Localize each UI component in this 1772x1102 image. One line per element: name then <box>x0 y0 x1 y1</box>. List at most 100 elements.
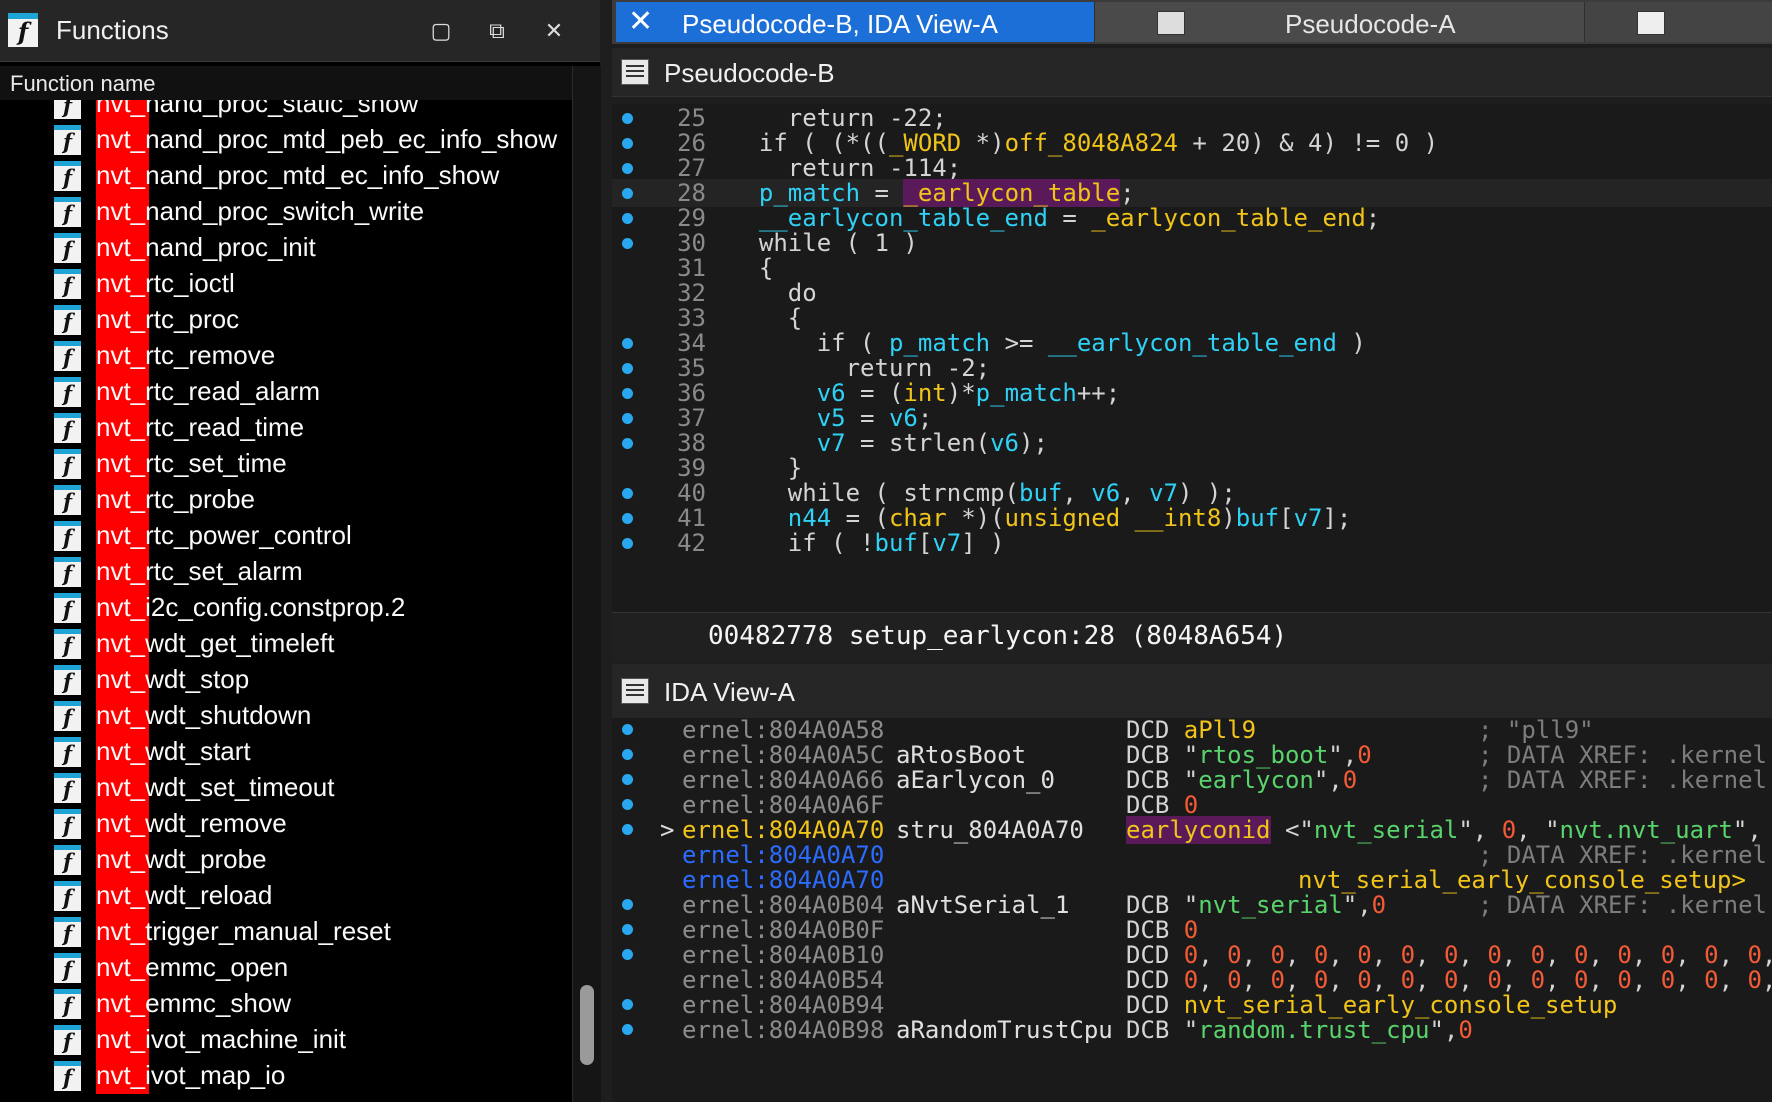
breakpoint-dot[interactable] <box>622 749 633 760</box>
list-item[interactable]: f nvt_nand_proc_switch_write <box>0 194 570 230</box>
breakpoint-dot[interactable] <box>622 413 633 424</box>
code-line[interactable]: 38 v7 = strlen(v6); <box>612 429 1772 457</box>
function-icon: f <box>54 233 81 263</box>
list-item[interactable]: f nvt_rtc_set_time <box>0 446 570 482</box>
breakpoint-dot[interactable] <box>622 924 633 935</box>
breakpoint-dot[interactable] <box>622 899 633 910</box>
list-item[interactable]: f nvt_nand_proc_init <box>0 230 570 266</box>
code-line[interactable]: 30 while ( 1 ) <box>612 229 1772 257</box>
breakpoint-dot[interactable] <box>622 388 633 399</box>
tab-pseudocode-b-ida-view-a[interactable]: ✕ Pseudocode-B, IDA View-A <box>616 2 1094 42</box>
breakpoint-dot[interactable] <box>622 999 633 1010</box>
breakpoint-dot[interactable] <box>622 824 633 835</box>
breakpoint-dot[interactable] <box>622 438 633 449</box>
disasm-line[interactable]: ernel:804A0B94 DCD nvt_serial_early_conso… <box>612 991 1772 1019</box>
list-item[interactable]: f nvt_emmc_open <box>0 950 570 986</box>
breakpoint-dot[interactable] <box>622 724 633 735</box>
code-line[interactable]: 40 while ( strncmp(buf, v6, v7) ); <box>612 479 1772 507</box>
breakpoint-dot[interactable] <box>622 238 633 249</box>
list-item[interactable]: f nvt_wdt_remove <box>0 806 570 842</box>
list-item[interactable]: f nvt_nand_proc_mtd_ec_info_show <box>0 158 570 194</box>
code-line[interactable]: {31 <box>612 254 1772 282</box>
function-list[interactable]: f nvt_nand_proc_static_show f nvt_nand_proc… <box>0 100 570 1102</box>
disasm-line[interactable]: ernel:804A0B10 DCD 0, 0, 0, 0, 0, 0, 0, 0… <box>612 941 1772 969</box>
maximize-icon[interactable]: ▢ <box>428 18 454 44</box>
list-item[interactable]: f nvt_wdt_shutdown <box>0 698 570 734</box>
breakpoint-dot[interactable] <box>622 363 633 374</box>
restore-icon[interactable]: ⧉ <box>484 18 510 44</box>
list-item[interactable]: f nvt_ivot_machine_init <box>0 1022 570 1058</box>
list-item[interactable]: f nvt_wdt_set_timeout <box>0 770 570 806</box>
code-line[interactable]: 26 if ( (*((_WORD *)off_8048A824 + 20) &… <box>612 129 1772 157</box>
code-token: v6 <box>888 404 918 432</box>
breakpoint-dot[interactable] <box>622 799 633 810</box>
disasm-line[interactable]: ernel:804A0A6F DCB 0 <box>612 791 1772 819</box>
code-line[interactable]: 27 return -114; <box>612 154 1772 182</box>
disasm-line[interactable]: ernel:804A0A66 aEarlycon_0 DCB "earlycon",… <box>612 766 1772 794</box>
code-token: 0 <box>1487 966 1502 994</box>
list-item[interactable]: f nvt_i2c_config.constprop.2 <box>0 590 570 626</box>
code-line[interactable]: } 39 <box>612 454 1772 482</box>
code-line[interactable]: 29 __earlycon_table_end = _earlycon_tabl… <box>612 204 1772 232</box>
disasm-line[interactable]: ernel:804A0A70 ; DATA XREF: .kernel: <box>612 841 1772 869</box>
list-item[interactable]: f nvt_wdt_get_timeleft <box>0 626 570 662</box>
list-item[interactable]: f nvt_rtc_read_alarm <box>0 374 570 410</box>
list-item[interactable]: f nvt_rtc_proc <box>0 302 570 338</box>
disasm-line[interactable]: ernel:804A0B98 aRandomTrustCpu DCB "random… <box>612 1016 1772 1044</box>
disasm-line[interactable]: ernel:804A0B04 aNvtSerial_1 DCB "nvt_seria… <box>612 891 1772 919</box>
tab-pseudocode-a[interactable]: Pseudocode-A <box>1094 2 1585 42</box>
list-item[interactable]: f nvt_rtc_read_time <box>0 410 570 446</box>
tab-close-icon[interactable]: ✕ <box>628 4 653 39</box>
code-line[interactable]: 25 return -22; <box>612 104 1772 132</box>
code-line[interactable]: 37 v5 = v6; <box>612 404 1772 432</box>
disasm-line[interactable]: ernel:804A0B54 DCD 0, 0, 0, 0, 0, 0, 0, 0… <box>612 966 1772 994</box>
list-item[interactable]: f nvt_rtc_ioctl <box>0 266 570 302</box>
code-line[interactable]: 35 return -2; <box>612 354 1772 382</box>
breakpoint-dot[interactable] <box>622 213 633 224</box>
list-item[interactable]: f nvt_rtc_power_control <box>0 518 570 554</box>
code-line[interactable]: 36 v6 = (int)*p_match++; <box>612 379 1772 407</box>
list-item[interactable]: f nvt_ivot_map_io <box>0 1058 570 1094</box>
code-line[interactable]: do 32 <box>612 279 1772 307</box>
list-item[interactable]: f nvt_trigger_manual_reset <box>0 914 570 950</box>
functions-scrollbar-thumb[interactable] <box>580 985 594 1065</box>
disasm-line[interactable]: ernel:804A0A70 nvt_serial_early_console_s… <box>612 866 1772 894</box>
ida-disassembly-view[interactable]: ernel:804A0A58 DCD aPll9; "pll9" ernel:804… <box>612 718 1772 1102</box>
chevron-right-icon[interactable]: > <box>660 816 674 844</box>
breakpoint-dot[interactable] <box>622 488 633 499</box>
list-item[interactable]: f nvt_wdt_start <box>0 734 570 770</box>
breakpoint-dot[interactable] <box>622 113 633 124</box>
list-item[interactable]: f nvt_rtc_remove <box>0 338 570 374</box>
list-item[interactable]: f nvt_wdt_probe <box>0 842 570 878</box>
code-line[interactable]: {33 <box>612 304 1772 332</box>
code-line[interactable]: 28 p_match = _earlycon_table; <box>612 179 1772 207</box>
disasm-line[interactable]: ernel:804A0B0F DCB 0 <box>612 916 1772 944</box>
breakpoint-dot[interactable] <box>622 163 633 174</box>
list-item[interactable]: f nvt_wdt_reload <box>0 878 570 914</box>
breakpoint-dot[interactable] <box>622 138 633 149</box>
disasm-line[interactable]: > ernel:804A0A70 stru_804A0A70 earlyconid <… <box>612 816 1772 844</box>
functions-scrollbar[interactable] <box>572 66 601 1102</box>
breakpoint-dot[interactable] <box>622 538 633 549</box>
code-line[interactable]: 34 if ( p_match >= __earlycon_table_end … <box>612 329 1772 357</box>
list-item[interactable]: f nvt_nand_proc_static_show <box>0 100 570 122</box>
list-item[interactable]: f nvt_nand_proc_mtd_peb_ec_info_show <box>0 122 570 158</box>
column-header-function-name[interactable]: Function name <box>0 66 600 100</box>
breakpoint-dot[interactable] <box>622 774 633 785</box>
disasm-line[interactable]: ernel:804A0A5C aRtosBoot DCB "rtos_boot",0… <box>612 741 1772 769</box>
code-line[interactable]: 42 if ( !buf[v7] ) <box>612 529 1772 557</box>
pseudocode-view[interactable]: 25 return -22; 26 if ( (*((_WORD *)off_8… <box>612 104 1772 612</box>
tab-disassembly[interactable] <box>1584 2 1772 42</box>
close-icon[interactable]: ✕ <box>541 18 567 44</box>
breakpoint-dot[interactable] <box>622 949 633 960</box>
list-item[interactable]: f nvt_emmc_show <box>0 986 570 1022</box>
list-item[interactable]: f nvt_rtc_set_alarm <box>0 554 570 590</box>
code-line[interactable]: 41 n44 = (char *)(unsigned __int8)buf[v7… <box>612 504 1772 532</box>
breakpoint-dot[interactable] <box>622 1024 633 1035</box>
breakpoint-dot[interactable] <box>622 513 633 524</box>
breakpoint-dot[interactable] <box>622 338 633 349</box>
function-icon: f <box>54 100 81 119</box>
list-item[interactable]: f nvt_wdt_stop <box>0 662 570 698</box>
list-item[interactable]: f nvt_rtc_probe <box>0 482 570 518</box>
breakpoint-dot[interactable] <box>622 188 633 199</box>
